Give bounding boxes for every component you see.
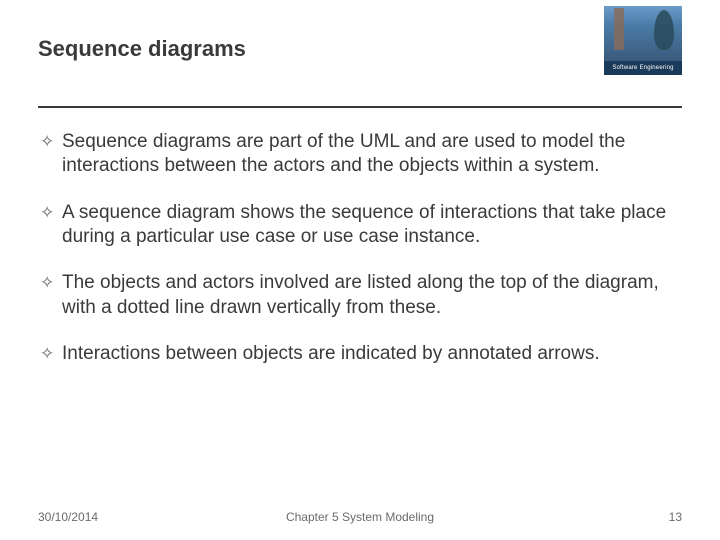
diamond-bullet-icon: ✧	[40, 271, 62, 294]
bullet-text: Sequence diagrams are part of the UML an…	[62, 130, 680, 179]
bullet-item: ✧ A sequence diagram shows the sequence …	[40, 201, 680, 250]
slide-title: Sequence diagrams	[38, 28, 246, 62]
slide: Sequence diagrams Software Engineering ✧…	[0, 0, 720, 540]
logo-image	[604, 6, 682, 61]
bullet-item: ✧ The objects and actors involved are li…	[40, 271, 680, 320]
book-cover-logo: Software Engineering	[604, 6, 682, 76]
footer-date: 30/10/2014	[38, 510, 98, 524]
bullet-text: The objects and actors involved are list…	[62, 271, 680, 320]
bullet-item: ✧ Interactions between objects are indic…	[40, 342, 680, 366]
footer-page-number: 13	[669, 510, 682, 524]
slide-content: ✧ Sequence diagrams are part of the UML …	[38, 130, 682, 366]
bullet-text: A sequence diagram shows the sequence of…	[62, 201, 680, 250]
slide-header: Sequence diagrams Software Engineering	[38, 28, 682, 62]
logo-subtext	[604, 75, 682, 76]
logo-title-bar: Software Engineering	[604, 61, 682, 75]
diamond-bullet-icon: ✧	[40, 201, 62, 224]
bullet-text: Interactions between objects are indicat…	[62, 342, 680, 366]
diamond-bullet-icon: ✧	[40, 342, 62, 365]
bullet-item: ✧ Sequence diagrams are part of the UML …	[40, 130, 680, 179]
header-divider	[38, 106, 682, 108]
footer-chapter: Chapter 5 System Modeling	[286, 510, 434, 524]
logo-tower-shape	[614, 8, 624, 50]
slide-footer: 30/10/2014 Chapter 5 System Modeling 13	[38, 510, 682, 524]
diamond-bullet-icon: ✧	[40, 130, 62, 153]
logo-gherkin-shape	[654, 10, 674, 50]
